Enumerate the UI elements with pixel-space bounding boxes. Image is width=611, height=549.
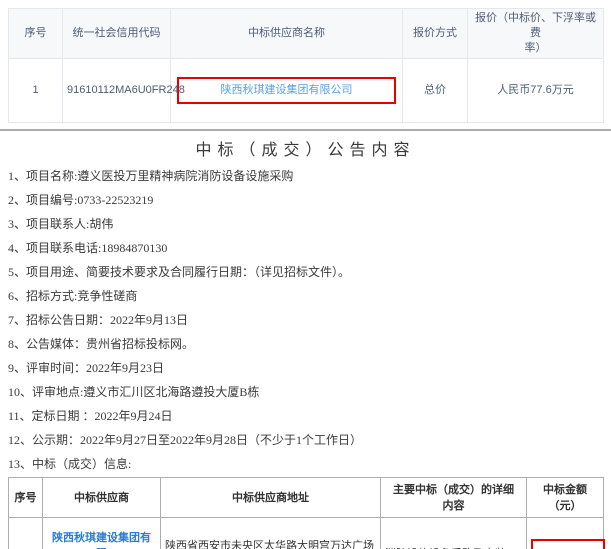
page-title: 中标（成交）公告内容: [0, 136, 611, 160]
summary-header-row: 序号 统一社会信用代码 中标供应商名称 报价方式 报价（中标价、下浮率或费 率）: [9, 9, 604, 59]
header-content: 主要中标（成交）的详细 内容: [381, 478, 527, 518]
cell-content: 消防设施设备采购及安装: [381, 518, 527, 549]
announcement-item-9: 9、评审时间：2022年9月23日: [8, 356, 611, 380]
announcement-item-6: 6、招标方式:竞争性磋商: [8, 284, 611, 308]
header-quote: 报价（中标价、下浮率或费 率）: [468, 9, 604, 59]
announcement-item-5: 5、项目用途、简要技术要求及合同履行日期：（详见招标文件）。: [8, 260, 611, 284]
header-amount: 中标金额 （元）: [527, 478, 604, 518]
announcement-item-2: 2、项目编号:0733-22523219: [8, 188, 611, 212]
header-address: 中标供应商地址: [161, 478, 381, 518]
summary-data-row: 1 91610112MA6U0FR248 陕西秋琪建设集团有限公司 总价 人民币…: [9, 59, 604, 123]
header-supplier: 中标供应商: [43, 478, 161, 518]
cell-amount: 776000.00: [527, 518, 604, 549]
header-credit-code: 统一社会信用代码: [63, 9, 171, 59]
cell-credit-code: 91610112MA6U0FR248: [63, 59, 171, 123]
amount-highlight-box: 776000.00: [531, 539, 605, 549]
award-detail-table: 序号 中标供应商 中标供应商地址 主要中标（成交）的详细 内容 中标金额 （元）…: [8, 477, 604, 549]
header-quote-method: 报价方式: [403, 9, 468, 59]
cell-quote: 人民币77.6万元: [468, 59, 604, 123]
header-seq: 序号: [9, 478, 43, 518]
cell-supplier: 陕西秋琪建设集团有限 公司: [43, 518, 161, 549]
announcement-items: 1、项目名称:遵义医投万里精神病院消防设备设施采购 2、项目编号:0733-22…: [8, 164, 611, 476]
supplier-link[interactable]: 陕西秋琪建设集团有限公司: [221, 84, 353, 96]
winning-supplier-summary-table: 序号 统一社会信用代码 中标供应商名称 报价方式 报价（中标价、下浮率或费 率）…: [8, 8, 604, 123]
cell-address: 陕西省西安市未央区太华路大明宫万达广场1号楼5单元18层51812室: [161, 518, 381, 549]
announcement-item-11: 11、定标日期 ：2022年9月24日: [8, 404, 611, 428]
cell-supplier-name: 陕西秋琪建设集团有限公司: [171, 59, 403, 123]
announcement-item-13: 13、中标（成交）信息:: [8, 452, 611, 476]
announcement-item-3: 3、项目联系人:胡伟: [8, 212, 611, 236]
supplier-link[interactable]: 陕西秋琪建设集团有限 公司: [52, 532, 151, 549]
detail-header-row: 序号 中标供应商 中标供应商地址 主要中标（成交）的详细 内容 中标金额 （元）: [9, 478, 604, 518]
announcement-item-4: 4、项目联系电话:18984870130: [8, 236, 611, 260]
header-supplier-name: 中标供应商名称: [171, 9, 403, 59]
announcement-item-12: 12、公示期：2022年9月27日至2022年9月28日（不少于1个工作日）: [8, 428, 611, 452]
announcement-item-8: 8、公告媒体：贵州省招标投标网。: [8, 332, 611, 356]
detail-data-row: 1 陕西秋琪建设集团有限 公司 陕西省西安市未央区太华路大明宫万达广场1号楼5单…: [9, 518, 604, 549]
announcement-item-7: 7、招标公告日期：2022年9月13日: [8, 308, 611, 332]
announcement-item-10: 10、评审地点:遵义市汇川区北海路遵投大厦B栋: [8, 380, 611, 404]
cell-quote-method: 总价: [403, 59, 468, 123]
announcement-item-1: 1、项目名称:遵义医投万里精神病院消防设备设施采购: [8, 164, 611, 188]
section-divider-top: [0, 129, 611, 131]
cell-seq: 1: [9, 59, 63, 123]
header-seq: 序号: [9, 9, 63, 59]
supplier-highlight-box: 陕西秋琪建设集团有限公司: [177, 77, 396, 104]
cell-seq: 1: [9, 518, 43, 549]
